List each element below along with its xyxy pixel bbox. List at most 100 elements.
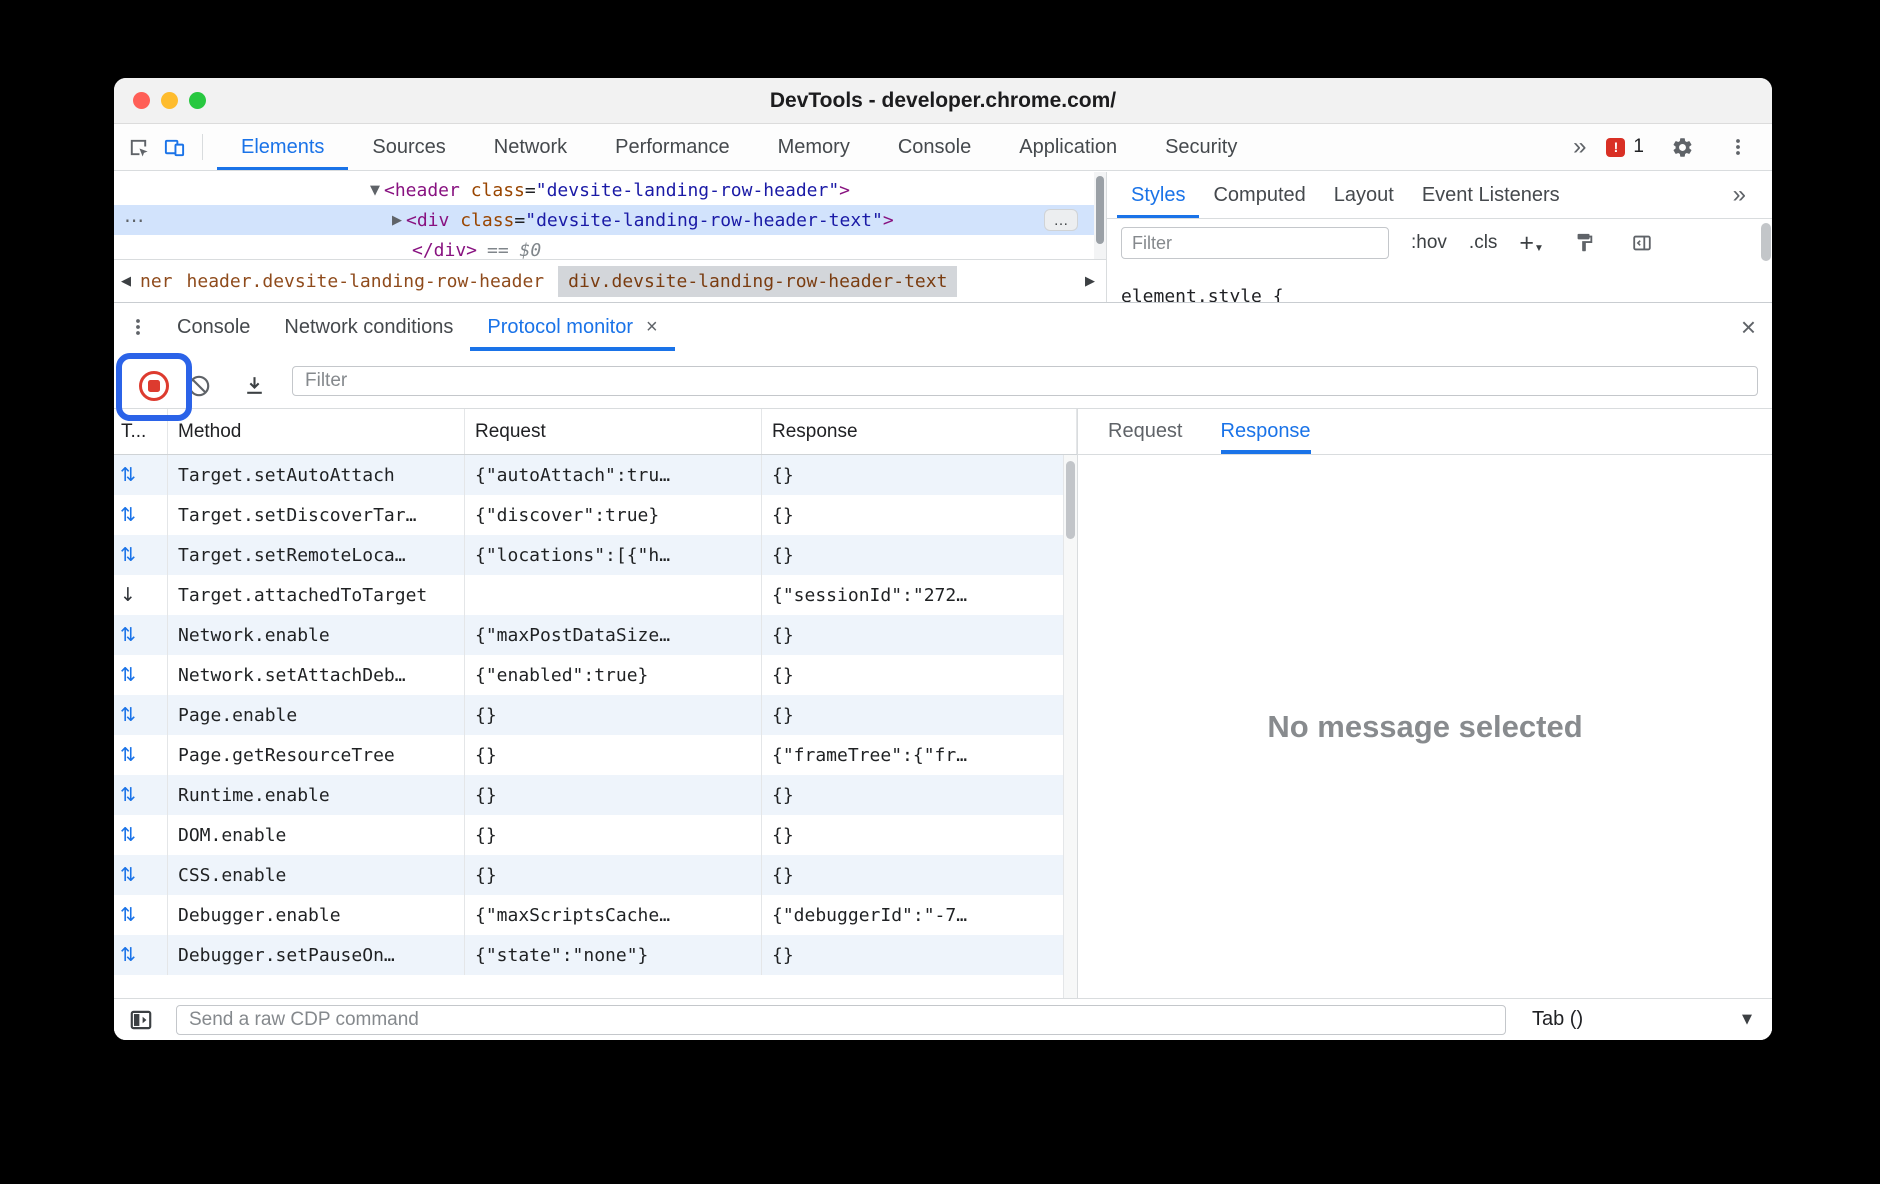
plus-caret-icon: ▼ [1534, 243, 1544, 258]
dom-node-selected-div[interactable]: ⋯ ▶<div class="devsite-landing-row-heade… [114, 205, 1094, 235]
table-row[interactable]: ⇅ Debugger.setPauseOn… {"state":"none"} … [114, 935, 1077, 975]
drawer-tab-network-conditions[interactable]: Network conditions [267, 303, 470, 351]
protocol-table: T... Method Request Response ⇅ Target.se… [114, 409, 1078, 998]
panel-tab[interactable]: Security [1141, 124, 1261, 170]
request-cell: {"locations":[{"h… [465, 535, 762, 575]
format-painter-icon[interactable] [1566, 225, 1602, 261]
table-row[interactable]: ⇅ Target.setDiscoverTar… {"discover":tru… [114, 495, 1077, 535]
settings-gear-icon[interactable] [1664, 129, 1700, 165]
table-row[interactable]: ⇅ Debugger.enable {"maxScriptsCache… {"d… [114, 895, 1077, 935]
table-row[interactable]: ⇅ Target.setAutoAttach {"autoAttach":tru… [114, 455, 1077, 495]
drawer-menu-kebab-icon[interactable] [124, 317, 152, 337]
new-style-rule-button[interactable]: +▼ [1519, 229, 1544, 258]
panel-tab[interactable]: Application [995, 124, 1141, 170]
cdp-command-input[interactable] [176, 1005, 1506, 1035]
protocol-monitor-split: T... Method Request Response ⇅ Target.se… [114, 409, 1772, 998]
table-row[interactable]: ⇅ Runtime.enable {} {} [114, 775, 1077, 815]
drawer-tab-console[interactable]: Console [160, 303, 267, 351]
node-more-button[interactable]: … [1044, 209, 1078, 231]
more-tabs-icon[interactable]: » [1573, 133, 1586, 161]
styles-tab[interactable]: Styles [1117, 172, 1199, 218]
method-cell: Page.getResourceTree [168, 735, 465, 775]
drawer-tabbar: Console Network conditions Protocol moni… [114, 303, 1772, 351]
panel-tab[interactable]: Console [874, 124, 995, 170]
dom-node-header[interactable]: ▼<header class="devsite-landing-row-head… [114, 175, 1094, 205]
direction-icon: ⇅ [120, 544, 136, 566]
titlebar[interactable]: DevTools - developer.chrome.com/ [114, 78, 1772, 124]
save-messages-icon[interactable] [242, 373, 267, 401]
target-selector[interactable]: Tab () ▼ [1506, 1008, 1772, 1031]
toggle-element-state-button[interactable]: :hov [1411, 232, 1447, 254]
toggle-computed-sidebar-icon[interactable] [1624, 225, 1660, 261]
clear-icon[interactable] [186, 373, 212, 402]
detail-tab[interactable]: Response [1221, 409, 1311, 454]
breadcrumb-scroll-right-icon[interactable]: ▶ [1080, 260, 1100, 302]
plus-label: + [1519, 229, 1534, 258]
protocol-monitor-toolbar [114, 351, 1772, 409]
request-cell: {} [465, 735, 762, 775]
protocol-filter-input[interactable] [292, 366, 1758, 396]
breadcrumb-item-header[interactable]: header.devsite-landing-row-header [187, 271, 545, 292]
element-classes-button[interactable]: .cls [1469, 232, 1498, 254]
table-scrollbar[interactable] [1063, 455, 1077, 998]
styles-tab[interactable]: Layout [1320, 172, 1408, 218]
close-drawer-icon[interactable]: × [1741, 314, 1756, 340]
breadcrumb-item-partial[interactable]: ner [140, 271, 173, 292]
column-header-method[interactable]: Method [168, 409, 465, 454]
expand-arrow-icon[interactable]: ▶ [388, 213, 406, 228]
column-header-type[interactable]: T... [114, 409, 168, 454]
drawer-tab-label: Protocol monitor [487, 316, 633, 339]
panel-tab[interactable]: Network [470, 124, 591, 170]
close-tab-icon[interactable]: × [646, 316, 658, 339]
table-row[interactable]: ⇅ DOM.enable {} {} [114, 815, 1077, 855]
table-row[interactable]: ↓ Target.attachedToTarget {"sessionId":"… [114, 575, 1077, 615]
response-cell: {"frameTree":{"fr… [762, 735, 1077, 775]
drawer-tab-protocol-monitor[interactable]: Protocol monitor × [470, 303, 674, 351]
table-row[interactable]: ⇅ CSS.enable {} {} [114, 855, 1077, 895]
panel-tab[interactable]: Performance [591, 124, 754, 170]
panel-tab[interactable]: Elements [217, 124, 348, 170]
issues-counter[interactable]: ! 1 [1606, 136, 1644, 158]
table-row[interactable]: ⇅ Page.getResourceTree {} {"frameTree":{… [114, 735, 1077, 775]
gutter-ellipsis-icon[interactable]: ⋯ [124, 205, 144, 235]
inspect-element-icon[interactable] [120, 129, 156, 165]
styles-tabs: Styles Computed Layout Event Listeners » [1107, 172, 1772, 219]
toggle-sidebar-icon[interactable] [126, 1007, 156, 1033]
request-cell: {"enabled":true} [465, 655, 762, 695]
direction-icon: ⇅ [120, 824, 136, 846]
styles-tab[interactable]: Computed [1199, 172, 1319, 218]
element-style-rule[interactable]: element.style { [1121, 286, 1284, 302]
method-cell: Target.setRemoteLoca… [168, 535, 465, 575]
method-cell: Target.setDiscoverTar… [168, 495, 465, 535]
column-header-response[interactable]: Response [762, 409, 1077, 454]
record-button[interactable] [139, 371, 169, 401]
direction-icon: ⇅ [120, 744, 136, 766]
styles-scrollbar-thumb[interactable] [1761, 223, 1771, 261]
table-row[interactable]: ⇅ Target.setRemoteLoca… {"locations":[{"… [114, 535, 1077, 575]
equals: = [525, 180, 536, 201]
issue-icon: ! [1606, 138, 1625, 157]
elements-panel: ▼<header class="devsite-landing-row-head… [114, 172, 1772, 302]
table-row[interactable]: ⇅ Network.setAttachDeb… {"enabled":true}… [114, 655, 1077, 695]
styles-more-tabs-icon[interactable]: » [1733, 181, 1746, 209]
devtools-menu-kebab-icon[interactable] [1720, 129, 1756, 165]
breadcrumb-scroll-left-icon[interactable]: ◀ [116, 260, 136, 302]
styles-tab[interactable]: Event Listeners [1408, 172, 1574, 218]
request-cell [465, 575, 762, 615]
table-row[interactable]: ⇅ Network.enable {"maxPostDataSize… {} [114, 615, 1077, 655]
scrollbar-thumb[interactable] [1066, 461, 1075, 539]
column-header-request[interactable]: Request [465, 409, 762, 454]
method-cell: Runtime.enable [168, 775, 465, 815]
direction-icon: ⇅ [120, 624, 136, 646]
collapse-arrow-icon[interactable]: ▼ [366, 183, 384, 198]
panel-tab[interactable]: Memory [754, 124, 874, 170]
detail-tab[interactable]: Request [1108, 409, 1183, 454]
scrollbar-thumb[interactable] [1096, 176, 1104, 244]
panel-tab[interactable]: Sources [348, 124, 469, 170]
dom-scrollbar[interactable] [1094, 172, 1106, 259]
styles-filter-input[interactable] [1121, 227, 1389, 259]
device-toolbar-icon[interactable] [156, 129, 192, 165]
table-row[interactable]: ⇅ Page.enable {} {} [114, 695, 1077, 735]
breadcrumb-item-selected-div[interactable]: div.devsite-landing-row-header-text [558, 266, 957, 297]
type-cell: ⇅ [114, 535, 168, 575]
